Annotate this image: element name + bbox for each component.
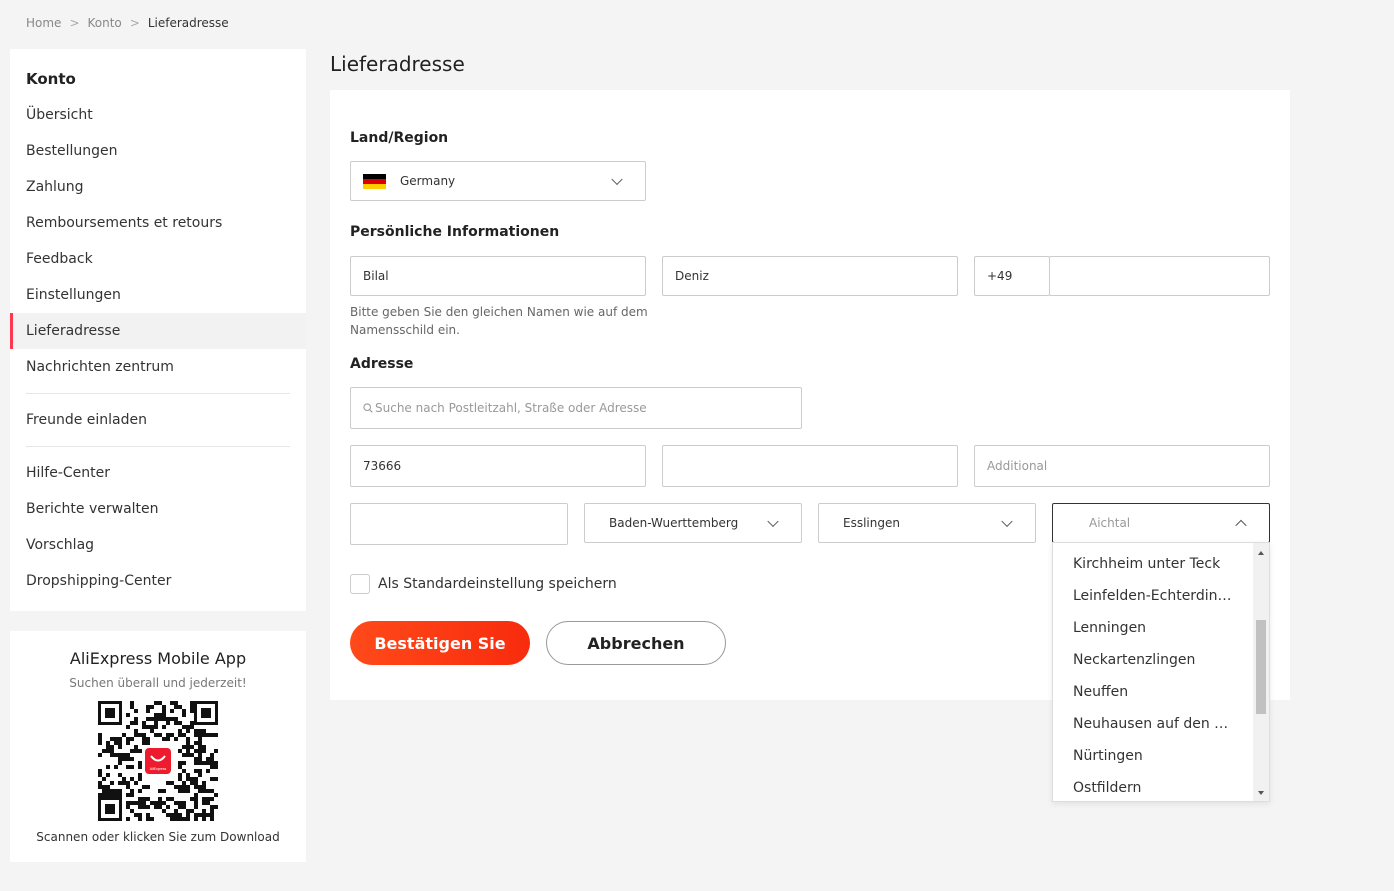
sidebar-item-feedback[interactable]: Feedback [10, 241, 306, 277]
sidebar-item-lieferadresse[interactable]: Lieferadresse [10, 313, 306, 349]
city-select[interactable]: Aichtal [1052, 503, 1270, 543]
address-search-input[interactable]: Suche nach Postleitzahl, Straße oder Adr… [350, 387, 802, 429]
state-select[interactable]: Baden-Wuerttemberg [584, 503, 802, 543]
dropdown-option[interactable]: Neckartenzlingen [1073, 644, 1235, 676]
scroll-up-arrow-icon[interactable] [1258, 551, 1264, 555]
first-name-field[interactable]: Bilal [350, 256, 646, 296]
city-dropdown-list[interactable]: Kirchheim unter Teck Leinfelden-Echterdi… [1052, 542, 1270, 802]
address-section-title: Adresse [350, 356, 414, 372]
chevron-down-icon [1001, 515, 1013, 528]
sidebar-item-freunde-einladen[interactable]: Freunde einladen [10, 402, 306, 438]
scrollbar-thumb[interactable] [1256, 620, 1266, 714]
dropdown-option[interactable]: Leinfelden-Echterdingen [1073, 580, 1235, 612]
sidebar-item-zahlung[interactable]: Zahlung [10, 169, 306, 205]
default-address-label[interactable]: Als Standardeinstellung speichern [378, 574, 617, 594]
app-promo-scan-text[interactable]: Scannen oder klicken Sie zum Download [10, 830, 306, 844]
account-sidebar: Konto Übersicht Bestellungen Zahlung Rem… [10, 49, 306, 611]
scroll-down-arrow-icon[interactable] [1258, 791, 1264, 795]
breadcrumb-separator: > [69, 16, 80, 30]
cancel-button[interactable]: Abbrechen [546, 621, 726, 665]
dropdown-option[interactable]: Neuffen [1073, 676, 1235, 708]
default-address-checkbox[interactable] [350, 574, 370, 594]
state-select-value: Baden-Wuerttemberg [609, 516, 739, 530]
postcode-field[interactable]: 73666 [350, 445, 646, 487]
name-hint-text: Bitte geben Sie den gleichen Namen wie a… [350, 305, 648, 337]
district-select[interactable]: Esslingen [818, 503, 1036, 543]
chevron-up-icon [1235, 519, 1247, 532]
postcode-value: 73666 [363, 459, 402, 473]
city-select-value: Aichtal [1089, 516, 1131, 530]
sidebar-item-uebersicht[interactable]: Übersicht [10, 97, 306, 133]
last-name-field[interactable]: Deniz [662, 256, 958, 296]
sidebar-item-dropshipping[interactable]: Dropshipping-Center [10, 563, 306, 599]
country-section-title: Land/Region [350, 130, 449, 146]
confirm-button[interactable]: Bestätigen Sie [350, 621, 530, 665]
breadcrumb-separator: > [129, 16, 140, 30]
qr-code-icon[interactable]: AliExpress [98, 701, 218, 821]
sidebar-item-berichte[interactable]: Berichte verwalten [10, 491, 306, 527]
mobile-app-promo: AliExpress Mobile App Suchen überall und… [10, 631, 306, 862]
search-icon [363, 403, 373, 413]
country-select[interactable]: Germany [350, 161, 646, 201]
address-search-placeholder: Suche nach Postleitzahl, Straße oder Adr… [375, 401, 647, 415]
sidebar-heading: Konto [26, 70, 76, 88]
dropdown-option[interactable]: Ostfildern [1073, 772, 1235, 801]
district-select-value: Esslingen [843, 516, 900, 530]
dropdown-scrollbar[interactable] [1253, 543, 1269, 801]
phone-code-field[interactable]: +49 [974, 256, 1050, 296]
sidebar-divider [26, 393, 290, 394]
breadcrumb-konto[interactable]: Konto [88, 16, 122, 30]
house-number-field[interactable] [350, 503, 568, 545]
app-promo-title: AliExpress Mobile App [69, 649, 247, 668]
additional-placeholder: Additional [987, 459, 1048, 473]
sidebar-item-nachrichten[interactable]: Nachrichten zentrum [10, 349, 306, 385]
flag-germany-icon [363, 173, 386, 189]
personal-info-section-title: Persönliche Informationen [350, 224, 560, 240]
breadcrumb: Home > Konto > Lieferadresse [26, 16, 229, 30]
app-promo-subtitle: Suchen überall und jederzeit! [69, 676, 247, 690]
sidebar-divider [26, 446, 290, 447]
country-select-value: Germany [400, 174, 456, 188]
sidebar-item-bestellungen[interactable]: Bestellungen [10, 133, 306, 169]
dropdown-option[interactable]: Lenningen [1073, 612, 1235, 644]
breadcrumb-home[interactable]: Home [26, 16, 61, 30]
sidebar-item-hilfe-center[interactable]: Hilfe-Center [10, 455, 306, 491]
dropdown-option[interactable]: Neuhausen auf den Fildern [1073, 708, 1235, 740]
chevron-down-icon [767, 515, 779, 528]
breadcrumb-current: Lieferadresse [147, 16, 229, 30]
street-field[interactable] [662, 445, 958, 487]
chevron-down-icon [611, 173, 623, 186]
sidebar-item-returns[interactable]: Remboursements et retours [10, 205, 306, 241]
phone-number-field[interactable] [1049, 256, 1270, 296]
last-name-value: Deniz [675, 269, 709, 283]
sidebar-item-einstellungen[interactable]: Einstellungen [10, 277, 306, 313]
first-name-value: Bilal [363, 269, 389, 283]
dropdown-option[interactable]: Kirchheim unter Teck [1073, 548, 1235, 580]
page-title: Lieferadresse [330, 52, 465, 76]
sidebar-item-vorschlag[interactable]: Vorschlag [10, 527, 306, 563]
app-logo-text: AliExpress [150, 767, 167, 771]
additional-field[interactable]: Additional [974, 445, 1270, 487]
dropdown-option[interactable]: Nürtingen [1073, 740, 1235, 772]
phone-code-value: +49 [987, 269, 1013, 283]
